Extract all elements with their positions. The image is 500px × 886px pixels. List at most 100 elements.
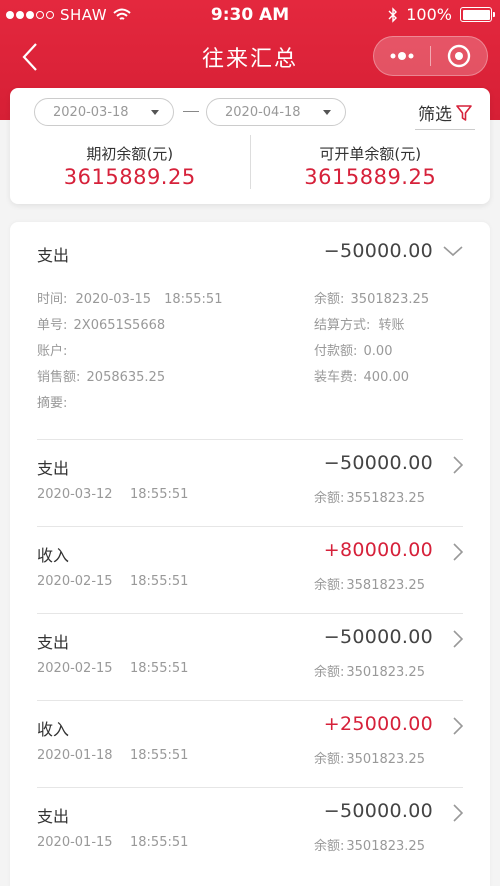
filter-card: 2020-03-18 2020-04-18 筛选 期初余额(元) 3615889… xyxy=(10,88,490,204)
filter-button[interactable]: 筛选 xyxy=(415,100,475,130)
transaction-time: 18:55:51 xyxy=(130,748,189,763)
detail-paid-label: 付款额: xyxy=(314,344,358,359)
transaction-amount: +25000.00 xyxy=(323,713,433,735)
transaction-row[interactable]: 支出 −50000.00 2020-02-15 18:55:51 余额: 3501823.… xyxy=(37,614,463,700)
transaction-time: 18:55:51 xyxy=(130,487,189,502)
transaction-date: 2020-01-15 xyxy=(37,835,113,850)
battery-percent: 100% xyxy=(406,5,452,24)
balance-label: 余额: xyxy=(314,578,345,593)
date-range-separator xyxy=(183,111,199,112)
end-date-value: 2020-04-18 xyxy=(225,104,301,120)
more-button[interactable] xyxy=(374,37,430,75)
transaction-amount: −50000.00 xyxy=(323,240,433,262)
transaction-list: 支出 −50000.00 时间: 2020-03-15 18:55:51 单号:… xyxy=(10,222,490,886)
caret-down-icon xyxy=(151,110,159,115)
start-date-value: 2020-03-18 xyxy=(53,104,129,120)
transaction-balance: 余额: 3501823.25 xyxy=(314,835,425,854)
detail-settlement-value: 转账 xyxy=(378,318,405,333)
status-bar: SHAW 9:30 AM 100% xyxy=(0,0,500,32)
detail-sales-label: 销售额: xyxy=(37,370,81,385)
more-dots-icon xyxy=(390,52,414,60)
transaction-type: 支出 xyxy=(37,459,70,478)
chevron-right-icon[interactable] xyxy=(453,630,463,648)
detail-paid: 付款额: 0.00 xyxy=(314,340,392,359)
nav-bar: 往来汇总 xyxy=(0,32,500,82)
detail-sales-value: 2058635.25 xyxy=(86,370,166,385)
status-right: 100% xyxy=(388,5,495,24)
bluetooth-icon xyxy=(388,6,398,23)
transaction-time: 18:55:51 xyxy=(130,574,189,589)
close-button[interactable] xyxy=(431,37,487,75)
balance-value: 3501823.25 xyxy=(346,665,425,680)
detail-time-value: 2020-03-15 18:55:51 xyxy=(75,292,223,307)
transaction-type: 支出 xyxy=(37,246,70,265)
detail-loading-label: 装车费: xyxy=(314,370,358,385)
balance-label: 余额: xyxy=(314,839,345,854)
transaction-amount: −50000.00 xyxy=(323,800,433,822)
transaction-row[interactable]: 收入 +25000.00 2020-01-18 18:55:51 余额: 3501823.… xyxy=(37,701,463,787)
detail-balance: 余额: 3501823.25 xyxy=(314,288,429,307)
chevron-right-icon[interactable] xyxy=(453,543,463,561)
available-balance-label: 可开单余额(元) xyxy=(319,145,422,163)
transaction-row[interactable]: 支出 −50000.00 2020-03-12 18:55:51 余额: 3551823.… xyxy=(37,440,463,526)
battery-fill xyxy=(462,9,490,20)
caret-down-icon xyxy=(323,110,331,115)
transaction-date: 2020-03-12 xyxy=(37,487,113,502)
chevron-right-icon[interactable] xyxy=(453,456,463,474)
transaction-date: 2020-02-15 xyxy=(37,574,113,589)
transaction-type: 收入 xyxy=(37,720,70,739)
chevron-right-icon[interactable] xyxy=(453,804,463,822)
detail-time: 时间: 2020-03-15 18:55:51 xyxy=(37,288,222,307)
transaction-date: 2020-02-15 xyxy=(37,661,113,676)
detail-balance-label: 余额: xyxy=(314,292,345,307)
transaction-amount: −50000.00 xyxy=(323,452,433,474)
detail-order-label: 单号: xyxy=(37,318,68,333)
detail-order-value: 2X0651S5668 xyxy=(73,318,166,333)
available-balance: 可开单余额(元) 3615889.25 xyxy=(251,135,491,195)
chevron-right-icon[interactable] xyxy=(453,717,463,735)
balance-value: 3581823.25 xyxy=(346,578,425,593)
battery-icon xyxy=(460,7,495,22)
available-balance-value: 3615889.25 xyxy=(304,165,437,189)
detail-memo-label: 摘要: xyxy=(37,396,68,411)
transaction-expanded[interactable]: 支出 −50000.00 时间: 2020-03-15 18:55:51 单号:… xyxy=(37,222,463,439)
detail-settlement: 结算方式: 转账 xyxy=(314,314,405,333)
balance-label: 余额: xyxy=(314,752,345,767)
balance-label: 余额: xyxy=(314,491,345,506)
filter-label: 筛选 xyxy=(418,105,452,125)
target-circle-icon xyxy=(447,44,471,68)
detail-settlement-label: 结算方式: xyxy=(314,318,371,333)
detail-account: 账户: xyxy=(37,340,67,359)
transaction-time: 18:55:51 xyxy=(130,661,189,676)
transaction-time: 18:55:51 xyxy=(130,835,189,850)
detail-balance-value: 3501823.25 xyxy=(350,292,430,307)
opening-balance: 期初余额(元) 3615889.25 xyxy=(10,135,250,195)
chevron-down-icon[interactable] xyxy=(443,245,463,257)
transaction-type: 支出 xyxy=(37,807,70,826)
transaction-type: 收入 xyxy=(37,546,70,565)
transaction-amount: −50000.00 xyxy=(323,626,433,648)
detail-paid-value: 0.00 xyxy=(363,344,393,359)
detail-loading-fee: 装车费: 400.00 xyxy=(314,366,409,385)
transaction-row[interactable]: 支出 −50000.00 2020-01-15 18:55:51 余额: 3501823.… xyxy=(37,788,463,874)
start-date-select[interactable]: 2020-03-18 xyxy=(34,98,174,126)
transaction-amount: +80000.00 xyxy=(323,539,433,561)
transaction-date: 2020-01-18 xyxy=(37,748,113,763)
balance-label: 余额: xyxy=(314,665,345,680)
detail-time-label: 时间: xyxy=(37,292,68,307)
detail-memo: 摘要: xyxy=(37,392,67,411)
detail-loading-value: 400.00 xyxy=(363,370,410,385)
detail-account-label: 账户: xyxy=(37,344,68,359)
detail-order: 单号: 2X0651S5668 xyxy=(37,314,165,333)
end-date-select[interactable]: 2020-04-18 xyxy=(206,98,346,126)
transaction-row[interactable]: 收入 +80000.00 2020-02-15 18:55:51 余额: 3581823.… xyxy=(37,527,463,613)
transaction-balance: 余额: 3581823.25 xyxy=(314,574,425,593)
opening-balance-value: 3615889.25 xyxy=(63,165,196,189)
mini-program-capsule xyxy=(373,36,488,76)
balance-value: 3501823.25 xyxy=(346,839,425,854)
funnel-icon xyxy=(456,104,472,121)
balance-value: 3551823.25 xyxy=(346,491,425,506)
opening-balance-label: 期初余额(元) xyxy=(86,145,174,163)
transaction-type: 支出 xyxy=(37,633,70,652)
balance-summary: 期初余额(元) 3615889.25 可开单余额(元) 3615889.25 xyxy=(10,135,490,195)
